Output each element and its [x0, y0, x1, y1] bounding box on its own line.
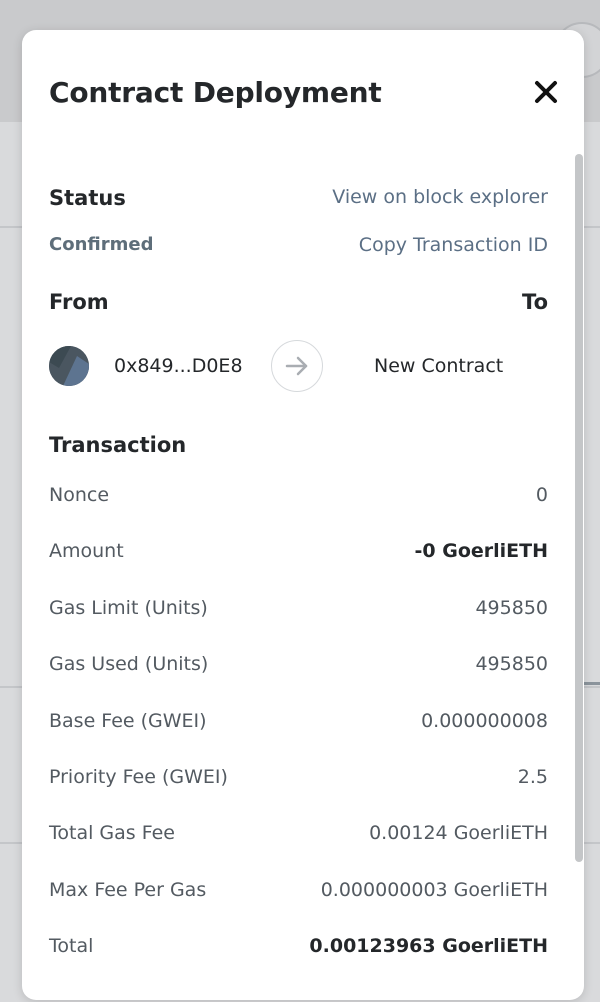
max-fee-per-gas-label: Max Fee Per Gas — [49, 879, 207, 901]
transaction-heading: Transaction — [49, 433, 187, 457]
total-label: Total — [49, 935, 94, 957]
modal-title: Contract Deployment — [49, 76, 382, 109]
arrow-right-icon — [285, 356, 308, 376]
gas-used-value: 495850 — [475, 653, 548, 675]
background-indicator — [584, 682, 600, 685]
nonce-value: 0 — [535, 484, 548, 506]
gas-used-label: Gas Used (Units) — [49, 653, 209, 675]
from-heading: From — [49, 290, 109, 314]
to-recipient[interactable]: New Contract — [374, 355, 503, 377]
gas-limit-label: Gas Limit (Units) — [49, 597, 208, 619]
status-badge: Confirmed — [49, 234, 154, 255]
account-avatar — [49, 346, 89, 386]
scrollbar[interactable] — [575, 154, 583, 862]
max-fee-per-gas-value: 0.000000003 GoerliETH — [320, 879, 548, 901]
priority-fee-value: 2.5 — [517, 766, 548, 788]
amount-value: -0 GoerliETH — [414, 540, 549, 562]
amount-label: Amount — [49, 540, 124, 562]
base-fee-label: Base Fee (GWEI) — [49, 710, 207, 732]
status-heading: Status — [49, 186, 126, 210]
from-address[interactable]: 0x849...D0E8 — [114, 355, 243, 377]
total-gas-fee-label: Total Gas Fee — [49, 822, 175, 844]
close-icon — [535, 81, 557, 103]
transaction-details-modal: Contract Deployment Status View on block… — [22, 30, 584, 1000]
total-value: 0.00123963 GoerliETH — [309, 935, 548, 957]
arrow-separator — [271, 340, 323, 392]
copy-transaction-id-link[interactable]: Copy Transaction ID — [359, 234, 548, 256]
total-gas-fee-value: 0.00124 GoerliETH — [369, 822, 548, 844]
gas-limit-value: 495850 — [475, 597, 548, 619]
base-fee-value: 0.000000008 — [421, 710, 548, 732]
close-button[interactable] — [532, 78, 560, 106]
to-heading: To — [522, 290, 548, 314]
priority-fee-label: Priority Fee (GWEI) — [49, 766, 228, 788]
nonce-label: Nonce — [49, 484, 110, 506]
view-on-block-explorer-link[interactable]: View on block explorer — [332, 186, 548, 208]
